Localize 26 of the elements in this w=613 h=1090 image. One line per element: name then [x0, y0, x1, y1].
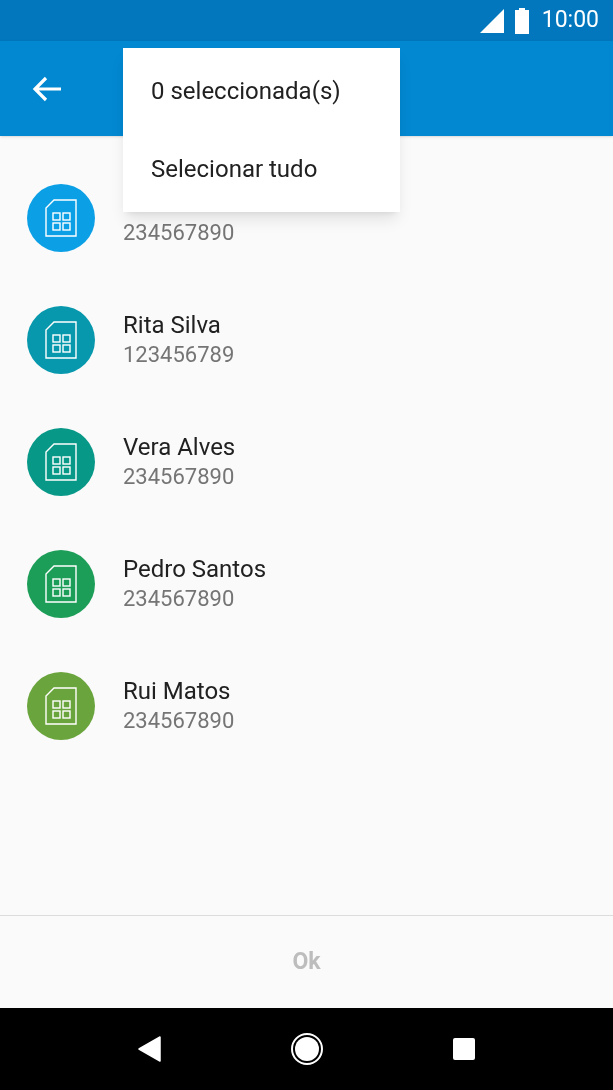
contact-number: 234567890 [123, 585, 236, 613]
contact-number: 234567890 [123, 219, 235, 247]
menu-item[interactable]: 0 seleccionada(s) [123, 52, 400, 130]
home-icon[interactable] [289, 1032, 324, 1066]
status-time: 10:00 [541, 5, 599, 36]
sim-card-icon [44, 320, 78, 360]
sim-card-icon [44, 686, 78, 726]
contact-name: Rita Silva [123, 310, 222, 340]
contact-name: Pedro Santos [123, 554, 267, 584]
contact-item[interactable]: Pedro Santos 234567890 [0, 550, 613, 618]
sim-card-icon [44, 198, 78, 238]
back-icon[interactable] [137, 1036, 162, 1062]
contact-number: 234567890 [123, 463, 236, 491]
contact-item[interactable]: Rui Matos 234567890 [0, 672, 613, 740]
contact-item[interactable]: Vera Alves 234567890 [0, 428, 613, 496]
contact-name: Rui Matos [123, 676, 232, 706]
sim-card-icon [44, 564, 78, 604]
contact-number: 123456789 [123, 341, 235, 369]
sim-card-icon [44, 442, 78, 482]
contact-name: Vera Alves [123, 432, 236, 462]
battery-icon [513, 7, 530, 34]
contact-item[interactable]: Rita Silva 123456789 [0, 306, 613, 374]
back-arrow-icon[interactable] [32, 75, 62, 102]
recents-icon[interactable] [451, 1037, 476, 1061]
contact-number: 234567890 [123, 707, 235, 735]
signal-icon [479, 8, 504, 33]
